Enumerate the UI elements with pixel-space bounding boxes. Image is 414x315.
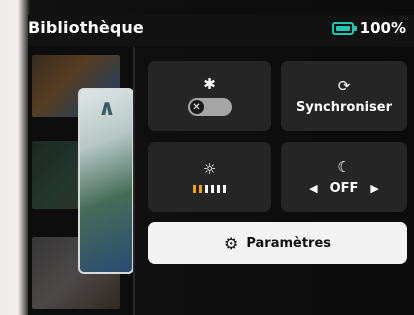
battery-percent: 100% (359, 19, 406, 37)
bluetooth-icon: ✱ (203, 75, 216, 93)
moon-icon: ☾ (337, 157, 351, 176)
settings-button[interactable]: ⚙ Paramètres (148, 222, 407, 264)
page-title: Bibliothèque (28, 18, 144, 37)
cover-art-icon: ∧ (98, 96, 116, 121)
brightness-segment (223, 185, 226, 193)
battery-icon (331, 21, 357, 35)
night-mode-value: OFF (329, 180, 359, 196)
brightness-tile[interactable]: ☼ (148, 142, 271, 212)
sync-label: Synchroniser (295, 99, 393, 115)
status-bar: Bibliothèque 100% (28, 15, 414, 47)
brightness-icon: ☼ (202, 160, 217, 178)
sync-icon: ⟳ (337, 76, 351, 95)
bluetooth-toggle[interactable]: ✕ (187, 98, 232, 116)
screen: Bibliothèque 100% ∧ ✱ ✕ ⟳ Synchroniser ☼ (0, 0, 414, 315)
brightness-segment (205, 185, 208, 193)
sync-tile[interactable]: ⟳ Synchroniser (281, 61, 407, 131)
battery-indicator: 100% (331, 19, 406, 37)
brightness-segment (211, 185, 214, 193)
night-mode-selector[interactable]: ◀ OFF ▶ (309, 181, 379, 196)
divider (133, 47, 135, 315)
brightness-segment (199, 185, 202, 193)
arrow-left-icon[interactable]: ◀ (309, 182, 317, 195)
bluetooth-tile[interactable]: ✱ ✕ (148, 61, 271, 131)
settings-label: Paramètres (246, 235, 332, 251)
brightness-segment (217, 185, 220, 193)
gear-icon: ⚙ (223, 233, 239, 253)
brightness-level[interactable] (193, 185, 226, 193)
book-cover-selected[interactable]: ∧ (78, 88, 134, 274)
close-icon: ✕ (189, 100, 204, 114)
arrow-right-icon[interactable]: ▶ (370, 182, 378, 195)
night-mode-tile[interactable]: ☾ ◀ OFF ▶ (281, 142, 407, 212)
brightness-segment (193, 185, 196, 193)
